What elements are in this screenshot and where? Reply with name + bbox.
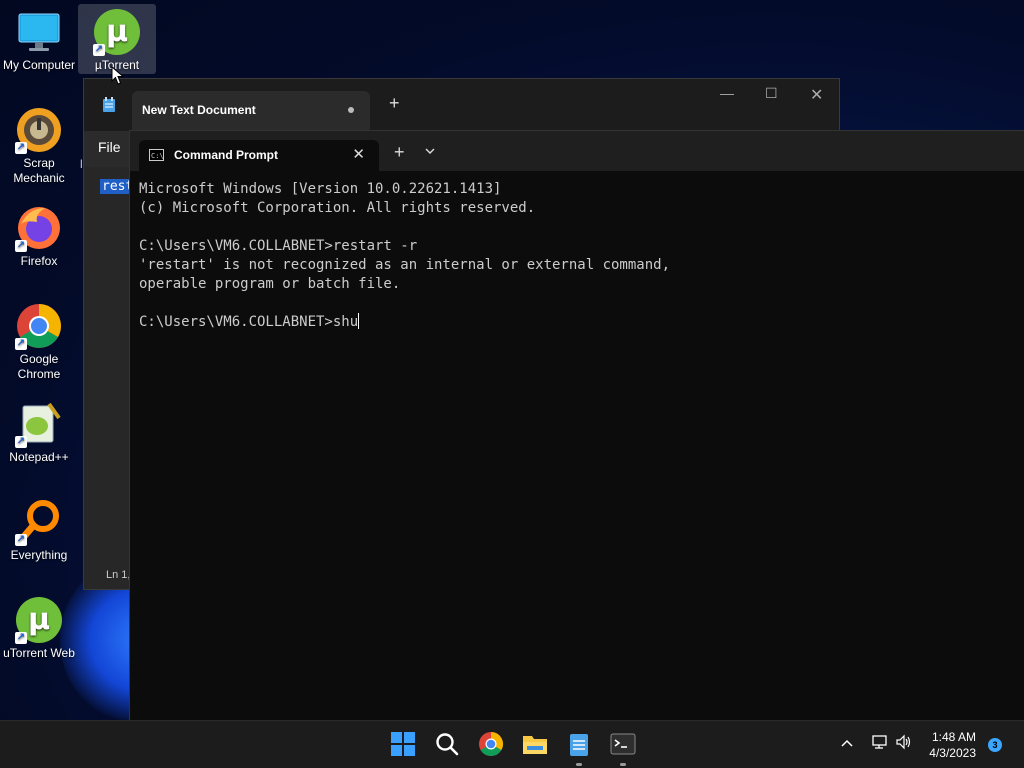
terminal-tab-title: Command Prompt bbox=[174, 148, 279, 162]
unsaved-dot-icon[interactable] bbox=[348, 107, 354, 113]
terminal-output[interactable]: Microsoft Windows [Version 10.0.22621.14… bbox=[139, 180, 1014, 332]
desktop-icon-utorrent[interactable]: µ ↗ µTorrent bbox=[78, 4, 156, 74]
scrap-mechanic-icon: ↗ bbox=[15, 106, 63, 154]
terminal-line: ​ bbox=[139, 218, 1014, 237]
desktop-icon-label: Scrap Mechanic bbox=[13, 156, 65, 185]
terminal-titlebar[interactable]: C:\ Command Prompt ✕ + bbox=[130, 131, 1024, 171]
chrome-taskbar-icon[interactable] bbox=[478, 731, 504, 757]
search-icon[interactable] bbox=[434, 731, 460, 757]
running-indicator bbox=[620, 763, 626, 766]
notification-badge[interactable]: 3 bbox=[988, 738, 1002, 752]
desktop-icon-firefox[interactable]: ↗ Firefox bbox=[0, 204, 78, 269]
partial-menu-glyph: l bbox=[80, 157, 83, 171]
monitor-icon bbox=[15, 8, 63, 56]
shortcut-arrow-icon: ↗ bbox=[15, 240, 27, 252]
running-indicator bbox=[576, 763, 582, 766]
notepad-taskbar-icon[interactable] bbox=[566, 731, 592, 757]
text-cursor bbox=[358, 313, 360, 329]
terminal-line: C:\Users\VM6.COLLABNET>restart -r bbox=[139, 238, 418, 254]
close-tab-icon[interactable]: ✕ bbox=[352, 145, 365, 163]
terminal-line: operable program or batch file. bbox=[139, 276, 401, 292]
volume-icon[interactable] bbox=[895, 733, 913, 754]
shortcut-arrow-icon: ↗ bbox=[15, 142, 27, 154]
magnifier-icon: ↗ bbox=[15, 498, 63, 546]
firefox-icon: ↗ bbox=[15, 204, 63, 252]
desktop-icon-label: Google Chrome bbox=[17, 352, 61, 381]
terminal-window[interactable]: C:\ Command Prompt ✕ + Microsoft Windows… bbox=[129, 130, 1024, 720]
maximize-icon[interactable]: ☐ bbox=[765, 85, 778, 102]
terminal-line: (c) Microsoft Corporation. All rights re… bbox=[139, 200, 536, 216]
desktop-icon-utorrent-web[interactable]: µ ↗ uTorrent Web bbox=[0, 596, 78, 661]
current-prompt: C:\Users\VM6.COLLABNET>shu bbox=[139, 314, 359, 330]
network-icon[interactable] bbox=[871, 733, 889, 754]
utorrent-web-icon: µ ↗ bbox=[15, 596, 63, 644]
notepad-app-icon bbox=[102, 97, 116, 118]
mouse-pointer-icon bbox=[111, 65, 125, 91]
desktop-icon-label: uTorrent Web bbox=[3, 646, 75, 660]
close-icon[interactable]: ✕ bbox=[810, 85, 823, 105]
shortcut-arrow-icon: ↗ bbox=[93, 44, 105, 56]
desktop-icon-notepad-plus-plus[interactable]: ↗ Notepad++ bbox=[0, 400, 78, 465]
menu-file[interactable]: File bbox=[98, 139, 121, 155]
terminal-line: ​ bbox=[139, 294, 1014, 313]
chrome-icon: ↗ bbox=[15, 302, 63, 350]
chevron-up-icon[interactable] bbox=[840, 735, 854, 751]
desktop-icon-google-chrome[interactable]: ↗ Google Chrome bbox=[0, 302, 78, 382]
terminal-taskbar-icon[interactable] bbox=[610, 731, 636, 757]
utorrent-icon: µ ↗ bbox=[93, 8, 141, 56]
shortcut-arrow-icon: ↗ bbox=[15, 632, 27, 644]
desktop-icon-label: Firefox bbox=[20, 254, 58, 268]
start-windows-icon[interactable] bbox=[390, 731, 416, 757]
notepad-tab-title: New Text Document bbox=[142, 103, 256, 117]
svg-text:µ: µ bbox=[106, 14, 128, 49]
file-explorer-icon[interactable] bbox=[522, 731, 548, 757]
terminal-line: 'restart' is not recognized as an intern… bbox=[139, 257, 671, 273]
clock-date: 4/3/2023 bbox=[929, 746, 976, 760]
shortcut-arrow-icon: ↗ bbox=[15, 338, 27, 350]
status-line-col: Ln 1, bbox=[106, 569, 131, 581]
notepad-tab[interactable]: New Text Document bbox=[132, 91, 370, 131]
desktop-icon-label: Everything bbox=[10, 548, 68, 562]
minimize-icon[interactable]: — bbox=[720, 85, 734, 101]
desktop-icon-scrap-mechanic[interactable]: ↗ Scrap Mechanic bbox=[0, 106, 78, 186]
svg-text:µ: µ bbox=[28, 602, 50, 637]
chevron-down-icon[interactable] bbox=[425, 144, 435, 158]
system-clock[interactable]: 1:48 AM 4/3/2023 bbox=[929, 729, 976, 761]
notepad-new-tab-button[interactable]: + bbox=[389, 93, 400, 114]
terminal-tab[interactable]: C:\ Command Prompt ✕ bbox=[139, 140, 379, 171]
desktop-icon-everything[interactable]: ↗ Everything bbox=[0, 498, 78, 563]
new-tab-button[interactable]: + bbox=[394, 142, 405, 163]
shortcut-arrow-icon: ↗ bbox=[15, 436, 27, 448]
desktop-icon-my-computer[interactable]: My Computer bbox=[0, 8, 78, 73]
taskbar: 1:48 AM 4/3/2023 3 bbox=[0, 720, 1024, 768]
shortcut-arrow-icon: ↗ bbox=[15, 534, 27, 546]
terminal-line: Microsoft Windows [Version 10.0.22621.14… bbox=[139, 181, 502, 197]
desktop-icon-label: Notepad++ bbox=[9, 450, 69, 464]
notepad-titlebar[interactable]: New Text Document + — ☐ ✕ bbox=[84, 79, 839, 131]
notepad-plus-plus-icon: ↗ bbox=[15, 400, 63, 448]
command-prompt-icon: C:\ bbox=[149, 149, 164, 161]
desktop-icon-label: My Computer bbox=[2, 58, 76, 72]
terminal-input-line[interactable]: C:\Users\VM6.COLLABNET>shu bbox=[139, 313, 1014, 332]
clock-time: 1:48 AM bbox=[931, 730, 976, 744]
